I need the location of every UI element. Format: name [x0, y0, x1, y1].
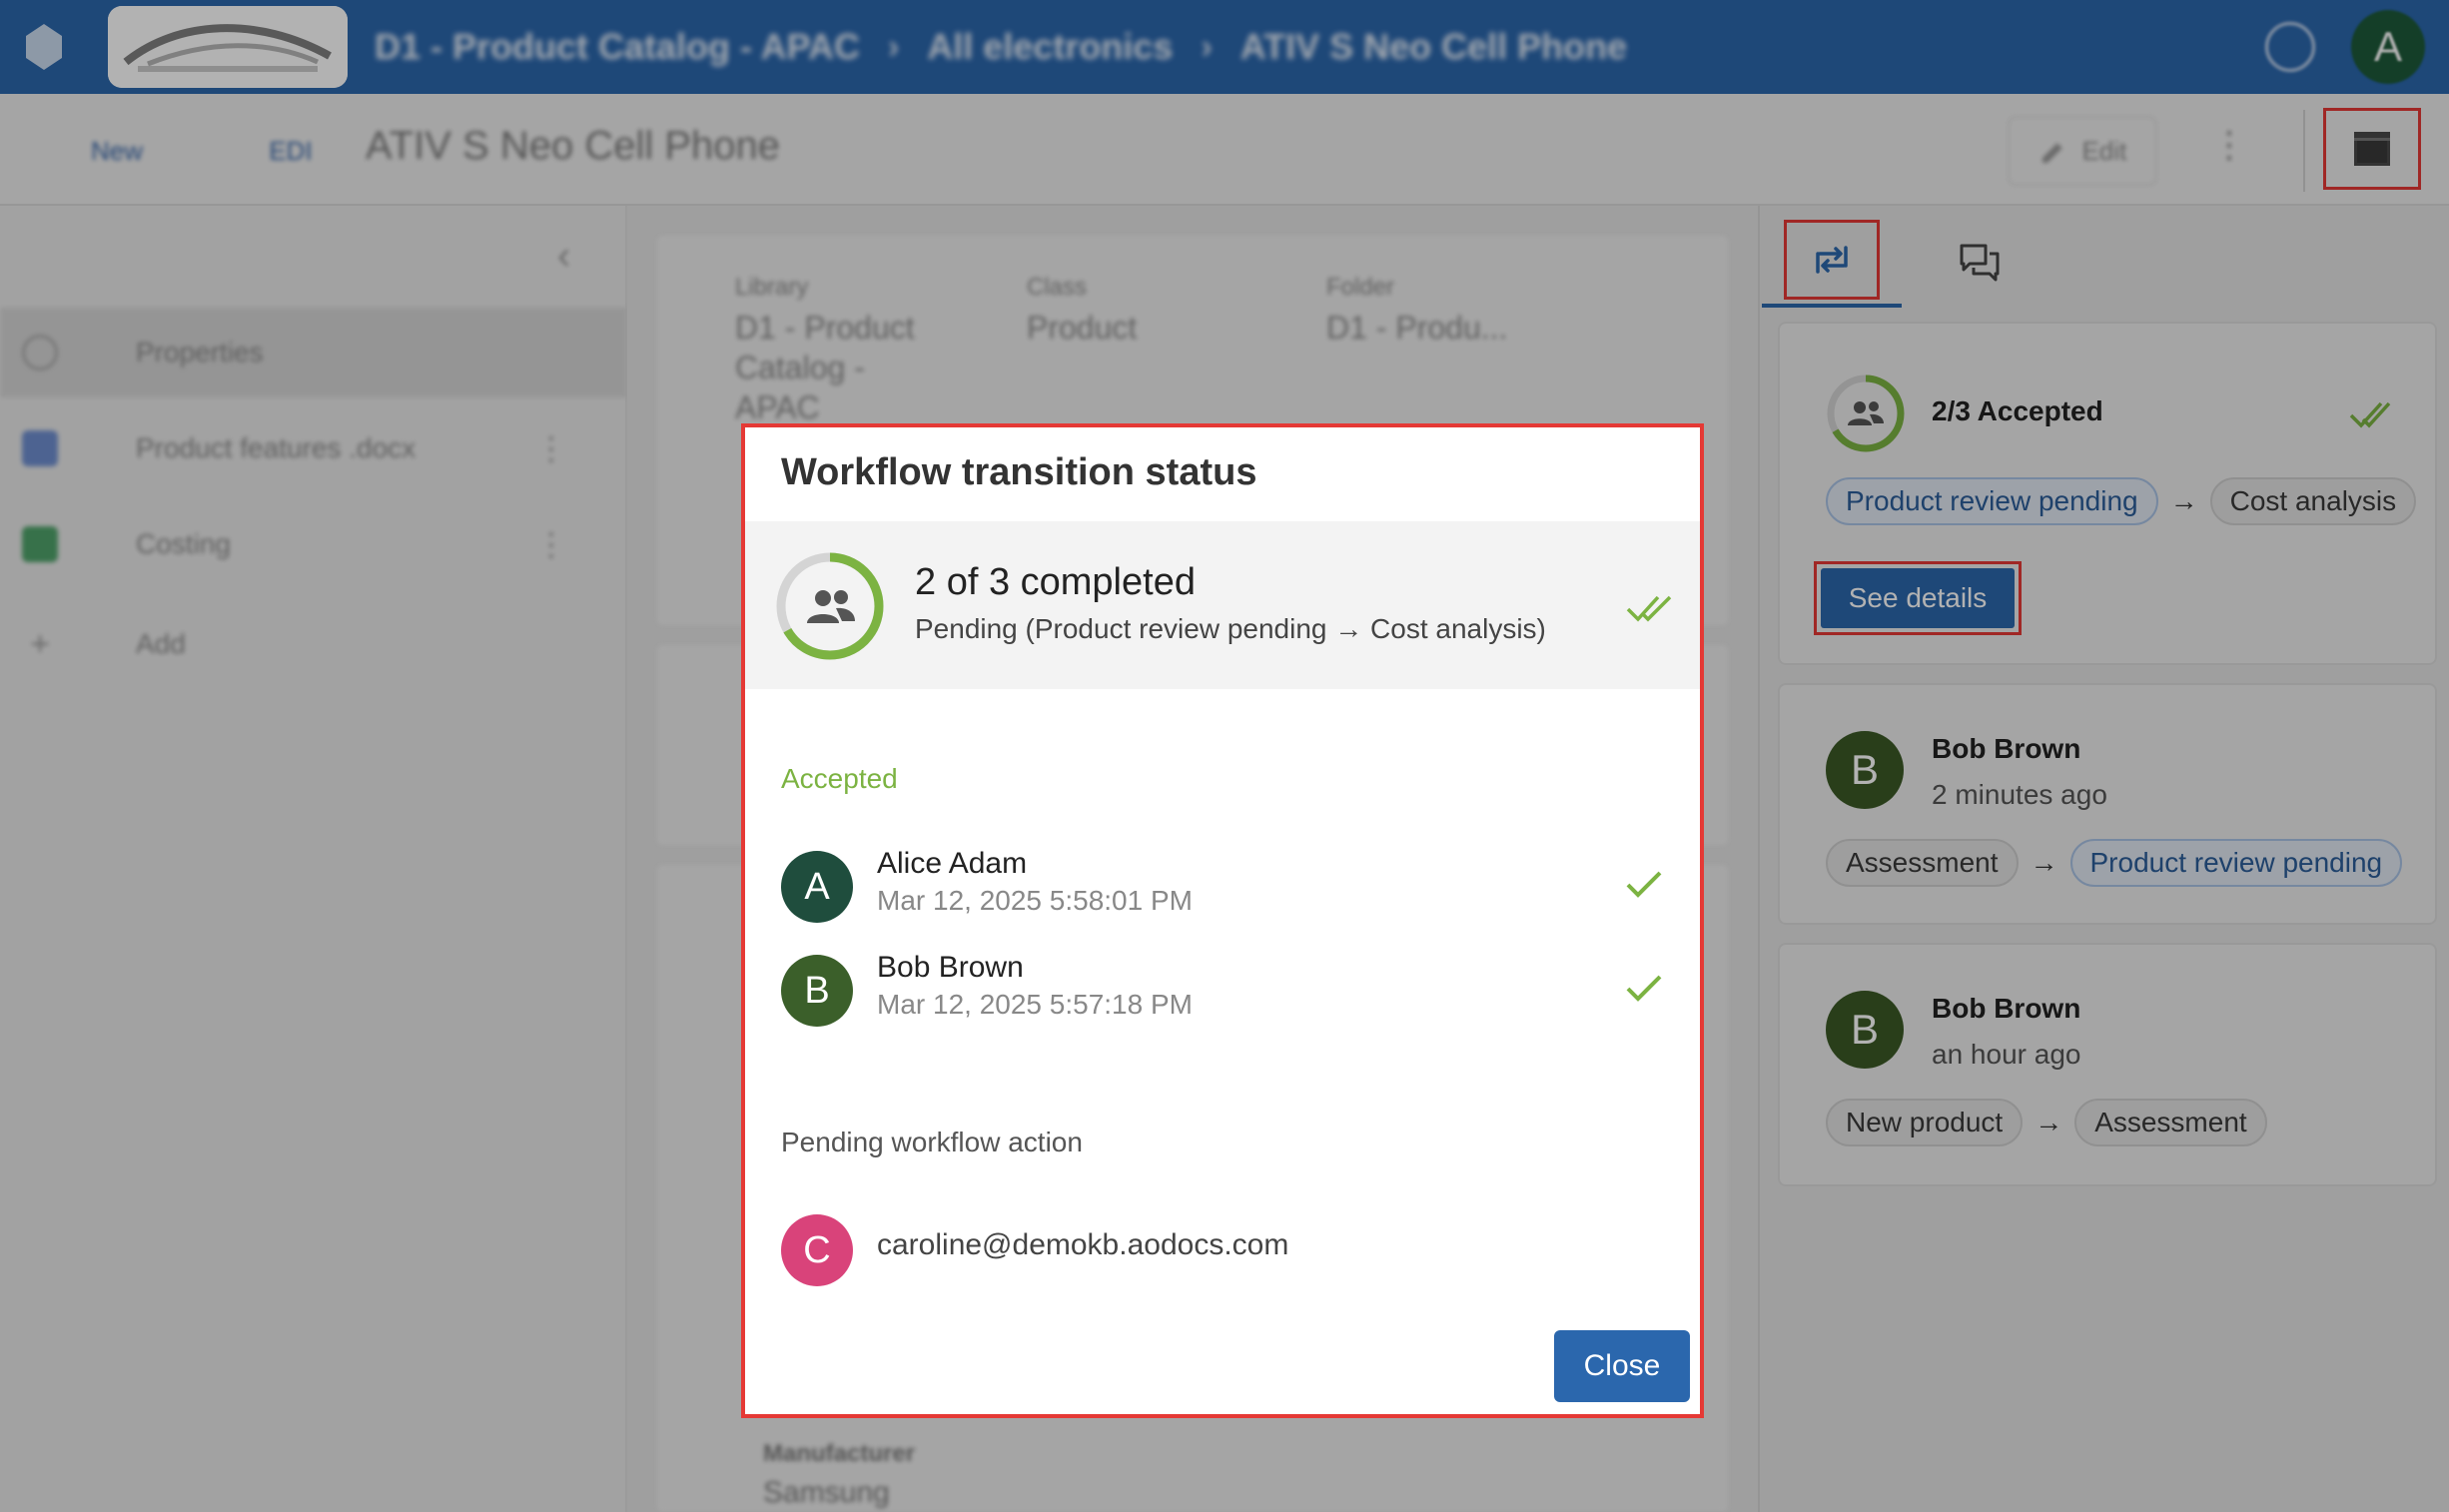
accepted-user-row: A Alice Adam Mar 12, 2025 5:58:01 PM [781, 847, 1680, 927]
user-email: caroline@demokb.aodocs.com [877, 1228, 1289, 1261]
status-summary: 2 of 3 completed Pending (Product review… [745, 521, 1700, 689]
pending-heading: Pending workflow action [781, 1127, 1083, 1157]
status-detail: Pending (Product review pending → Cost a… [915, 613, 1546, 644]
accepted-user-row: B Bob Brown Mar 12, 2025 5:57:18 PM [781, 951, 1680, 1031]
avatar: B [781, 955, 853, 1027]
user-name: Bob Brown [877, 951, 1024, 984]
avatar: A [781, 851, 853, 923]
close-button[interactable]: Close [1554, 1330, 1690, 1402]
double-check-icon [1626, 595, 1672, 622]
status-count: 2 of 3 completed [915, 561, 1196, 603]
accepted-date: Mar 12, 2025 5:57:18 PM [877, 989, 1193, 1020]
accepted-heading: Accepted [781, 763, 898, 794]
avatar: C [781, 1214, 853, 1286]
check-icon [1626, 871, 1662, 898]
progress-ring-icon [776, 552, 884, 660]
check-icon [1626, 975, 1662, 1002]
user-name: Alice Adam [877, 847, 1028, 880]
pending-user-row: C caroline@demokb.aodocs.com [781, 1210, 1680, 1290]
workflow-status-dialog: Workflow transition status 2 of 3 comple… [741, 423, 1704, 1418]
dialog-title: Workflow transition status [781, 451, 1257, 493]
accepted-date: Mar 12, 2025 5:58:01 PM [877, 885, 1193, 916]
